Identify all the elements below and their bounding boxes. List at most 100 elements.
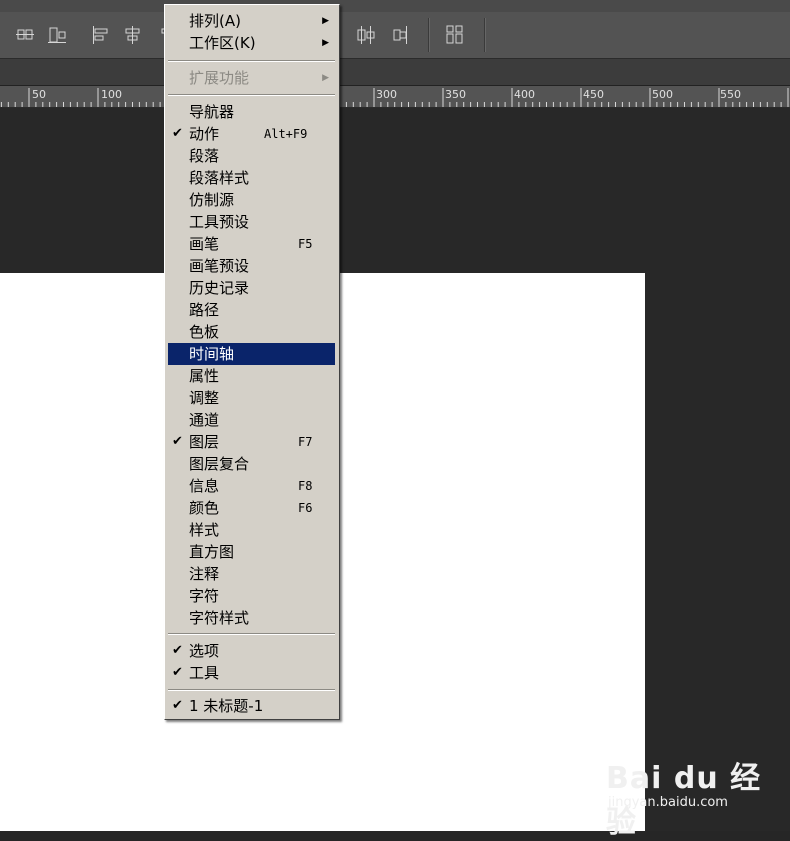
menu-item-channels[interactable]: 通道: [168, 409, 335, 431]
window-menu-dropdown: 排列(A) ▶ 工作区(K) ▶ 扩展功能 ▶ 导航器 ✔ 动作 Alt+F9 …: [164, 4, 340, 720]
menu-item-label: 排列(A): [189, 12, 241, 30]
menu-item-options[interactable]: ✔ 选项: [168, 640, 335, 662]
ruler-label: 550: [720, 88, 741, 101]
menu-item-shortcut: F6: [298, 501, 313, 515]
toolbar-separator: [428, 18, 430, 52]
menu-item-character[interactable]: 字符: [168, 585, 335, 607]
menu-separator: [168, 689, 335, 691]
menu-item-shortcut: F8: [298, 479, 313, 493]
menu-item-label: 画笔预设: [189, 257, 250, 275]
menu-item-label: 仿制源: [189, 191, 235, 209]
menu-item-clone-source[interactable]: 仿制源: [168, 189, 335, 211]
ruler-label: 400: [514, 88, 535, 101]
menu-item-label: 信息: [189, 477, 220, 495]
ruler-label: 450: [583, 88, 604, 101]
menu-item-label: 通道: [189, 411, 220, 429]
submenu-arrow-icon: ▶: [322, 73, 329, 83]
menu-item-label: 字符: [189, 587, 220, 605]
menu-item-brush-presets[interactable]: 画笔预设: [168, 255, 335, 277]
options-toolbar: [0, 12, 790, 59]
menu-item-label: 选项: [189, 642, 220, 660]
align-left-edges-icon[interactable]: [90, 24, 112, 46]
check-icon: ✔: [172, 698, 183, 713]
menu-item-workspace[interactable]: 工作区(K) ▶: [168, 32, 335, 54]
menu-item-brush[interactable]: 画笔 F5: [168, 233, 335, 255]
check-icon: ✔: [172, 643, 183, 658]
submenu-arrow-icon: ▶: [322, 38, 329, 48]
menu-item-label: 图层复合: [189, 455, 250, 473]
menu-item-character-styles[interactable]: 字符样式: [168, 607, 335, 629]
menu-item-tools[interactable]: ✔ 工具: [168, 662, 335, 684]
menu-item-navigator[interactable]: 导航器: [168, 101, 335, 123]
menu-item-tool-presets[interactable]: 工具预设: [168, 211, 335, 233]
menu-item-timeline[interactable]: 时间轴: [168, 343, 335, 365]
menu-item-color[interactable]: 颜色 F6: [168, 497, 335, 519]
menu-item-histogram[interactable]: 直方图: [168, 541, 335, 563]
menu-item-notes[interactable]: 注释: [168, 563, 335, 585]
menu-item-label: 动作: [189, 125, 220, 143]
menu-item-label: 注释: [189, 565, 220, 583]
menu-item-shortcut: F7: [298, 435, 313, 449]
menu-item-label: 字符样式: [189, 609, 250, 627]
menu-item-label: 工具: [189, 664, 220, 682]
menu-separator: [168, 60, 335, 62]
menu-separator: [168, 94, 335, 96]
auto-align-layers-icon[interactable]: [444, 24, 466, 46]
menu-item-label: 路径: [189, 301, 220, 319]
check-icon: ✔: [172, 665, 183, 680]
menu-item-layers[interactable]: ✔ 图层 F7: [168, 431, 335, 453]
ruler-label: 100: [101, 88, 122, 101]
menu-item-label: 1 未标题-1: [189, 697, 264, 715]
ruler-label: 300: [376, 88, 397, 101]
submenu-arrow-icon: ▶: [322, 16, 329, 26]
ruler-label: 500: [652, 88, 673, 101]
align-top-edges-icon[interactable]: [14, 24, 36, 46]
menu-item-label: 段落: [189, 147, 220, 165]
menu-item-label: 时间轴: [189, 345, 235, 363]
menu-item-shortcut: F5: [298, 237, 313, 251]
menu-item-adjustments[interactable]: 调整: [168, 387, 335, 409]
document-tab-strip[interactable]: [0, 59, 790, 86]
menu-item-label: 样式: [189, 521, 220, 539]
check-icon: ✔: [172, 434, 183, 449]
menu-item-label: 直方图: [189, 543, 235, 561]
menu-item-layer-comps[interactable]: 图层复合: [168, 453, 335, 475]
menu-item-label: 色板: [189, 323, 220, 341]
menu-item-label: 段落样式: [189, 169, 250, 187]
menu-item-label: 图层: [189, 433, 220, 451]
menu-item-actions[interactable]: ✔ 动作 Alt+F9: [168, 123, 335, 145]
menu-item-label: 画笔: [189, 235, 220, 253]
menu-item-history[interactable]: 历史记录: [168, 277, 335, 299]
check-icon: ✔: [172, 126, 183, 141]
menu-item-label: 扩展功能: [189, 69, 250, 87]
toolbar-separator: [484, 18, 486, 52]
menu-item-arrange[interactable]: 排列(A) ▶: [168, 10, 335, 32]
menu-item-styles[interactable]: 样式: [168, 519, 335, 541]
menu-item-info[interactable]: 信息 F8: [168, 475, 335, 497]
menu-item-label: 导航器: [189, 103, 235, 121]
align-vertical-centers-icon[interactable]: [46, 24, 68, 46]
menu-item-document-untitled-1[interactable]: ✔ 1 未标题-1: [168, 695, 335, 717]
align-horizontal-centers-icon[interactable]: [122, 24, 144, 46]
watermark: Bai du 经验 jingyan.baidu.com: [600, 745, 770, 840]
menu-item-paths[interactable]: 路径: [168, 299, 335, 321]
ruler-label: 50: [32, 88, 46, 101]
menu-item-label: 历史记录: [189, 279, 250, 297]
menu-item-label: 属性: [189, 367, 220, 385]
menu-item-label: 调整: [189, 389, 220, 407]
menu-item-paragraph-styles[interactable]: 段落样式: [168, 167, 335, 189]
menu-item-properties[interactable]: 属性: [168, 365, 335, 387]
menu-separator: [168, 633, 335, 635]
distribute-right-edges-icon[interactable]: [390, 24, 412, 46]
menu-item-swatches[interactable]: 色板: [168, 321, 335, 343]
watermark-url: jingyan.baidu.com: [608, 795, 728, 810]
menu-item-label: 工具预设: [189, 213, 250, 231]
horizontal-ruler[interactable]: 50 100 300 350 400 450 500 550: [0, 86, 790, 108]
distribute-horizontal-centers-icon[interactable]: [356, 24, 378, 46]
menu-item-shortcut: Alt+F9: [264, 127, 308, 141]
ruler-label: 350: [445, 88, 466, 101]
menu-item-label: 工作区(K): [189, 34, 256, 52]
menu-item-label: 颜色: [189, 499, 220, 517]
menu-item-paragraph[interactable]: 段落: [168, 145, 335, 167]
menu-item-extensions[interactable]: 扩展功能 ▶: [168, 67, 335, 89]
